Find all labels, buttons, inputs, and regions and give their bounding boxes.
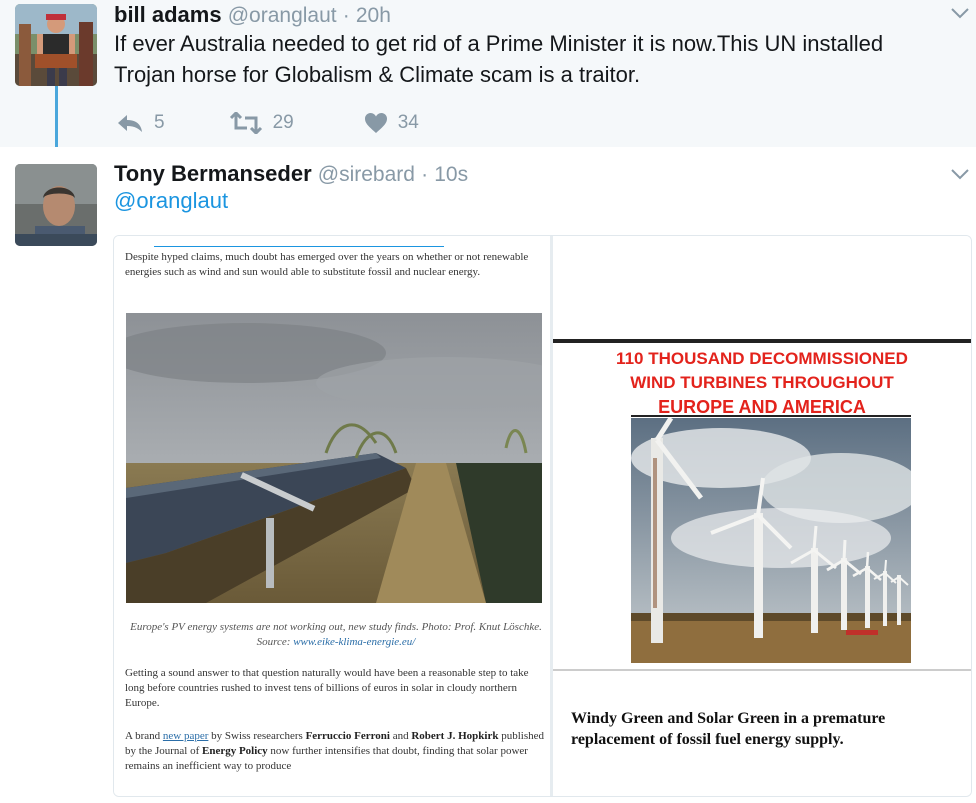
meme-caption: Windy Green and Solar Green in a prematu… (571, 710, 886, 748)
separator: · (421, 163, 429, 186)
retweet-icon (229, 112, 273, 134)
source-link[interactable]: www.eike-klima-energie.eu/ (293, 636, 415, 648)
tweet-actions: 5 29 34 (116, 108, 483, 138)
new-paper-link[interactable]: new paper (163, 730, 209, 742)
meme-panel: 110 THOUSAND DECOMMISSIONED WIND TURBINE… (553, 339, 971, 673)
meme-title: 110 THOUSAND DECOMMISSIONED WIND TURBINE… (553, 347, 971, 419)
separator: · (342, 4, 350, 27)
user-name[interactable]: Tony Bermanseder (114, 161, 312, 186)
avatar-bill-adams[interactable] (15, 4, 97, 86)
reply-count: 5 (154, 112, 165, 133)
like-icon (364, 112, 398, 134)
tweet-bill-adams[interactable]: bill adams @oranglaut · 20h If ever Aust… (0, 0, 976, 147)
retweet-button[interactable]: 29 (229, 112, 294, 134)
tweet-text: @oranglaut (114, 185, 228, 216)
tweet-text-line-1: If ever Australia needed to get rid of a… (114, 31, 884, 56)
chevron-down-icon[interactable] (950, 6, 970, 20)
user-handle[interactable]: @sirebard (318, 163, 415, 186)
avatar-tony-bermanseder[interactable] (15, 164, 97, 246)
timestamp[interactable]: 10s (434, 163, 468, 186)
article-paragraph-1: Getting a sound answer to that question … (125, 667, 529, 709)
mention-link[interactable]: @oranglaut (114, 188, 228, 213)
tweet-header: bill adams @oranglaut · 20h (114, 2, 391, 28)
like-count: 34 (397, 112, 419, 133)
timestamp[interactable]: 20h (356, 4, 391, 27)
photo-caption: Europe's PV energy systems are not worki… (128, 620, 544, 650)
meme-title-line-2: WIND TURBINES THROUGHOUT (630, 373, 894, 392)
retweet-count: 29 (272, 112, 294, 133)
like-button[interactable]: 34 (364, 112, 419, 134)
para2-text-b: by Swiss researchers (208, 730, 306, 742)
article-screenshot[interactable]: Despite hyped claims, much doubt has eme… (114, 236, 576, 796)
meme-bottom-rule (553, 669, 971, 671)
user-handle[interactable]: @oranglaut (228, 4, 337, 27)
para2-text-c: and (389, 730, 412, 742)
researcher-name-1: Ferruccio Ferroni (305, 730, 390, 742)
tweet-header: Tony Bermanseder @sirebard · 10s (114, 161, 468, 187)
tweet-media[interactable]: Despite hyped claims, much doubt has eme… (113, 235, 972, 797)
user-name[interactable]: bill adams (114, 2, 222, 27)
journal-name: Energy Policy (201, 745, 268, 757)
researcher-name-2: Robert J. Hopkirk (411, 730, 499, 742)
meme-title-line-1: 110 THOUSAND DECOMMISSIONED (616, 349, 908, 368)
wind-turbine-meme[interactable]: 110 THOUSAND DECOMMISSIONED WIND TURBINE… (553, 236, 971, 796)
tweet-text-line-2: Trojan horse for Globalism & Climate sca… (114, 62, 641, 87)
solar-field-photo (114, 313, 576, 603)
wind-turbines-photo (631, 416, 921, 663)
reply-icon (116, 113, 154, 133)
meme-title-underline (631, 415, 911, 417)
chevron-down-icon[interactable] (950, 167, 970, 181)
article-paragraph-2: A brand new paper by Swiss researchers F… (125, 729, 545, 774)
article-top-rule (154, 246, 444, 247)
reply-button[interactable]: 5 (116, 112, 165, 134)
tweet-text: If ever Australia needed to get rid of a… (114, 28, 883, 90)
para2-text-a: A brand (125, 730, 163, 742)
article-intro: Despite hyped claims, much doubt has eme… (125, 251, 529, 278)
